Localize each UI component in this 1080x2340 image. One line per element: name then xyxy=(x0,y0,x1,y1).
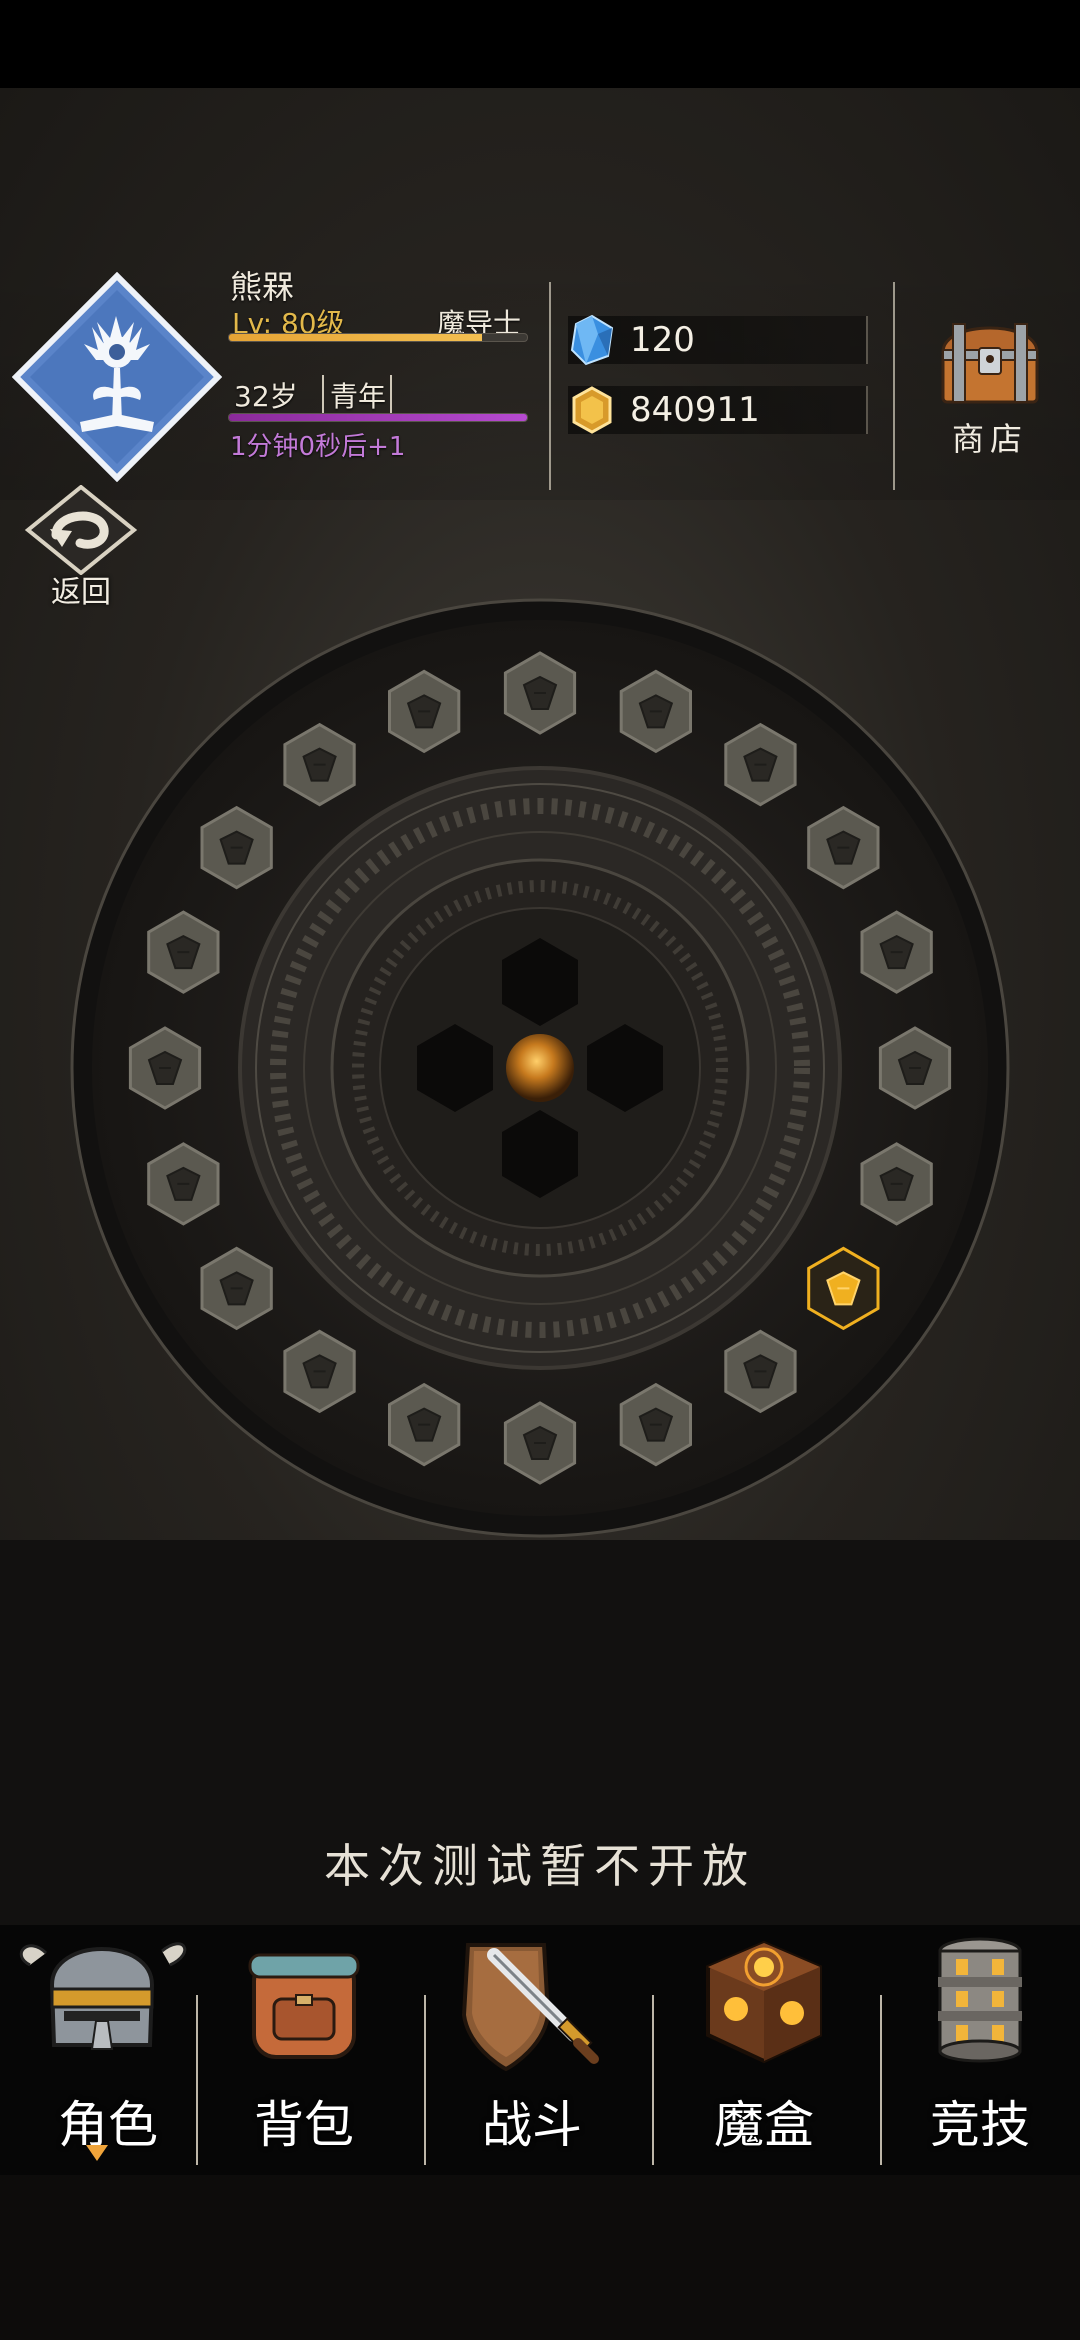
skill-wheel xyxy=(70,598,1010,1538)
header-divider xyxy=(549,282,551,490)
gold-count: 840911 xyxy=(630,390,760,430)
bottom-area xyxy=(0,2175,1080,2340)
player-age-stage: 青年 xyxy=(322,375,393,415)
nav-backpack-label: 背包 xyxy=(254,2096,354,2154)
gem-count: 120 xyxy=(630,320,695,360)
notice-text: 本次测试暂不开放 xyxy=(324,1839,756,1893)
status-bar xyxy=(0,0,1080,88)
shop-label: 商店 xyxy=(951,420,1028,458)
gem-icon xyxy=(570,314,614,366)
sword-shield-icon xyxy=(461,1943,599,2072)
helmet-icon xyxy=(19,1942,187,2050)
return-arrow-icon xyxy=(24,484,138,576)
magic-box-icon xyxy=(706,1940,822,2064)
gold-counter: 840911 xyxy=(568,386,868,434)
bottom-nav: 角色 背包 战斗 魔盒 竞技 xyxy=(0,1925,1080,2175)
nav-arena-label: 竞技 xyxy=(930,2096,1030,2154)
age-bar-fill xyxy=(229,414,527,421)
age-bar xyxy=(228,413,528,422)
nav-battle[interactable]: 战斗 xyxy=(424,1925,640,2175)
nav-backpack[interactable]: 背包 xyxy=(196,1925,412,2175)
core-orb[interactable] xyxy=(506,1034,574,1102)
header-divider xyxy=(893,282,895,490)
xp-bar-fill xyxy=(229,334,483,341)
gold-coin-icon xyxy=(572,386,612,434)
shop-button[interactable]: 商店 xyxy=(935,312,1045,462)
player-avatar[interactable] xyxy=(11,271,223,483)
arena-tower-icon xyxy=(938,1937,1022,2063)
xp-bar xyxy=(228,333,528,342)
nav-battle-label: 战斗 xyxy=(482,2096,582,2154)
nav-magic-box[interactable]: 魔盒 xyxy=(656,1925,872,2175)
active-indicator-arrow xyxy=(86,2145,108,2161)
player-age: 32岁 xyxy=(234,380,298,413)
return-button[interactable]: 返回 xyxy=(22,484,140,610)
gem-counter: 120 xyxy=(568,314,868,366)
nav-role-label: 角色 xyxy=(58,2096,158,2154)
nav-role[interactable]: 角色 xyxy=(0,1925,216,2175)
treasure-chest-icon xyxy=(941,323,1039,404)
nav-arena[interactable]: 竞技 xyxy=(872,1925,1080,2175)
backpack-icon xyxy=(248,1953,360,2059)
nav-separator xyxy=(652,1995,654,2165)
age-timer: 1分钟0秒后+1 xyxy=(230,432,406,462)
nav-magic-box-label: 魔盒 xyxy=(714,2096,814,2154)
